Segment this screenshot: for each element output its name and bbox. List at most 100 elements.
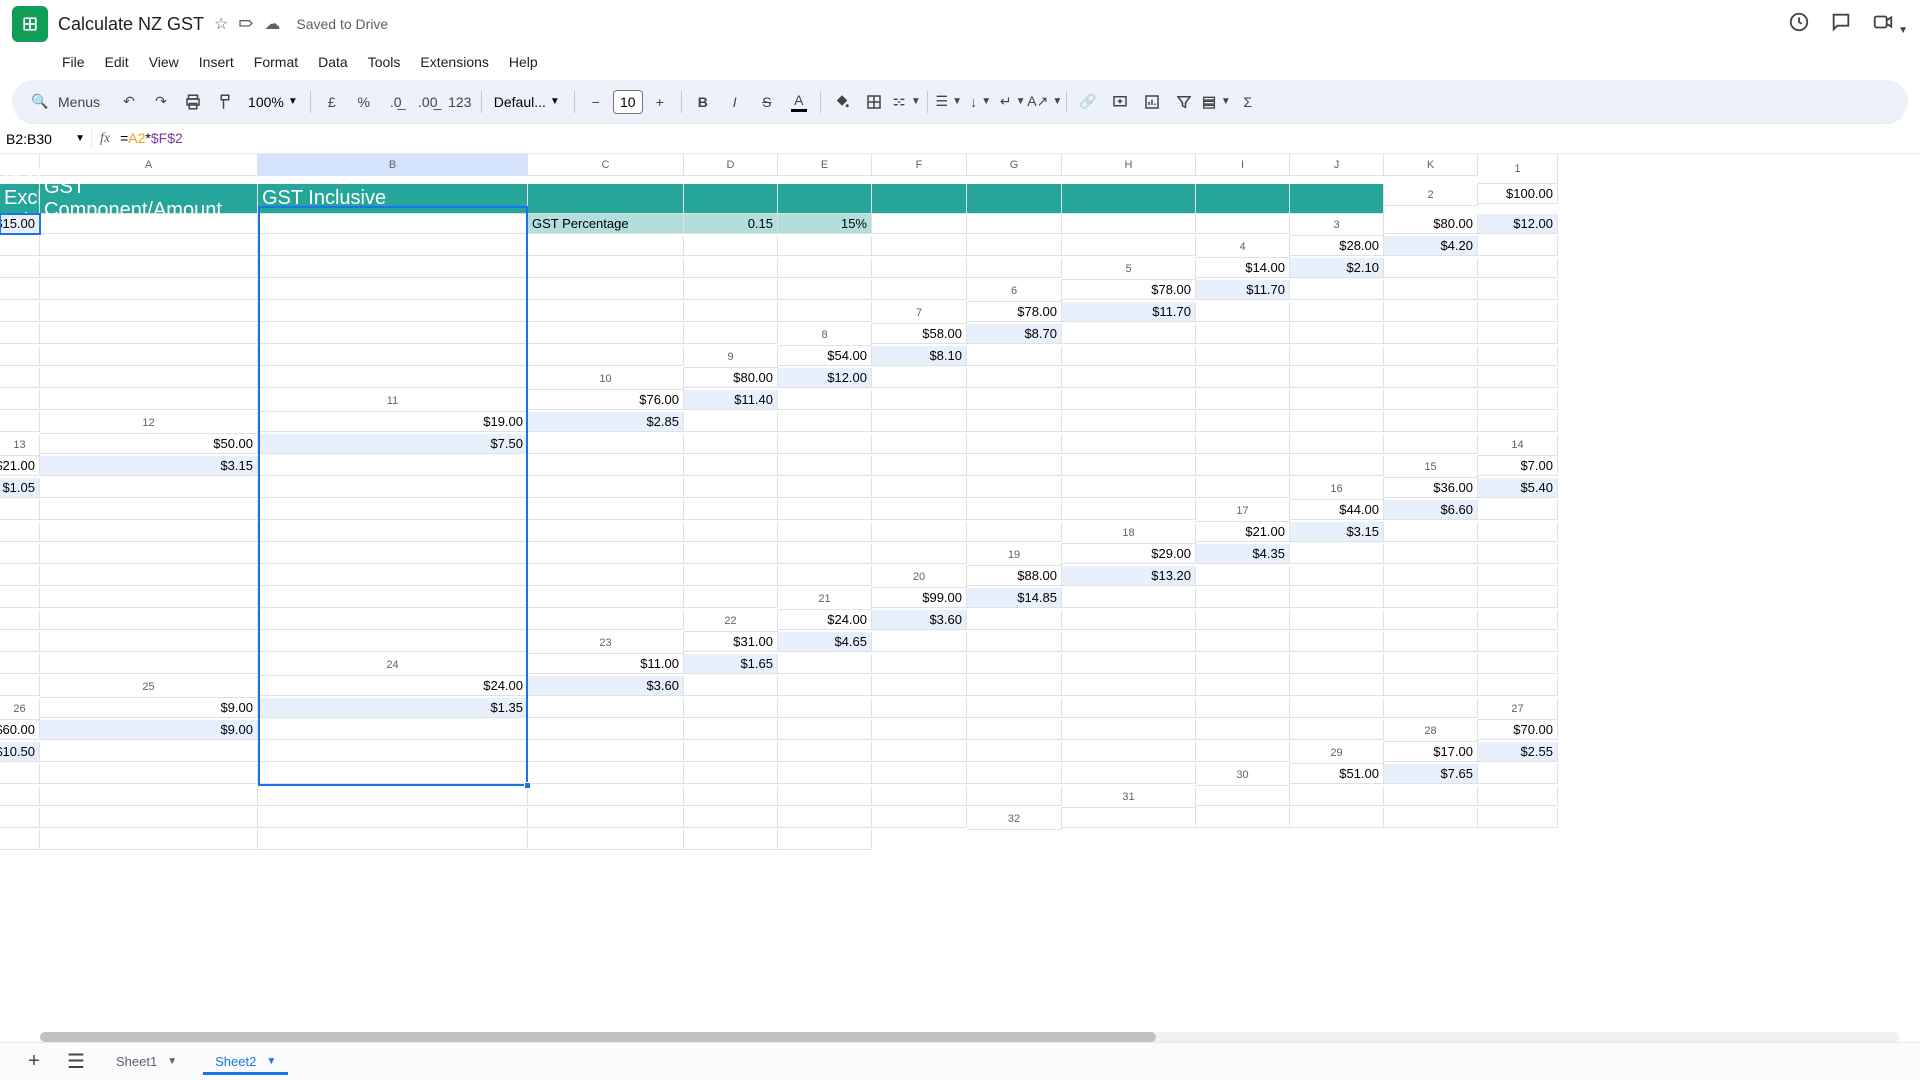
row-header-3[interactable]: 3 [1290, 214, 1384, 236]
comment-icon[interactable] [1830, 11, 1852, 38]
row-header-28[interactable]: 28 [1384, 720, 1478, 742]
column-header-B[interactable]: B [258, 154, 528, 176]
cell-C13[interactable] [528, 434, 684, 454]
cell-J32[interactable] [684, 830, 778, 850]
cell-C31[interactable] [1384, 786, 1478, 806]
cell-D12[interactable] [778, 412, 872, 432]
cell-D14[interactable] [528, 456, 684, 476]
cell-E30[interactable] [40, 786, 258, 806]
cell-H19[interactable] [258, 566, 528, 586]
row-header-16[interactable]: 16 [1290, 478, 1384, 500]
cell-F9[interactable] [1290, 346, 1384, 366]
cell-H24[interactable] [1290, 654, 1384, 674]
cell-I8[interactable] [40, 346, 258, 366]
cell-A6[interactable]: $78.00 [1062, 280, 1196, 300]
cell-I7[interactable] [258, 324, 528, 344]
cell-I23[interactable] [1478, 632, 1558, 652]
cell-C24[interactable] [778, 654, 872, 674]
cell-A11[interactable]: $76.00 [528, 390, 684, 410]
cell-F8[interactable] [1384, 324, 1478, 344]
row-header-25[interactable]: 25 [40, 676, 258, 698]
cell-F16[interactable] [528, 500, 684, 520]
cell-I22[interactable] [0, 632, 40, 652]
cell-K10[interactable] [40, 390, 258, 410]
cell-E19[interactable] [1478, 544, 1558, 564]
cell-H20[interactable] [40, 588, 258, 608]
cell-A2[interactable]: $100.00 [1478, 184, 1558, 204]
cell-K31[interactable] [872, 808, 967, 828]
meet-icon[interactable]: ▼ [1872, 11, 1908, 38]
cell-H31[interactable] [528, 808, 684, 828]
cell-I15[interactable] [967, 478, 1062, 498]
row-header-22[interactable]: 22 [684, 610, 778, 632]
cell-H15[interactable] [872, 478, 967, 498]
cell-I14[interactable] [1062, 456, 1196, 476]
cell-F17[interactable] [258, 522, 528, 542]
menu-view[interactable]: View [141, 50, 187, 74]
cell-B14[interactable]: $3.15 [40, 456, 258, 476]
cell-J30[interactable] [872, 786, 967, 806]
row-header-24[interactable]: 24 [258, 654, 528, 676]
cell-E9[interactable] [1196, 346, 1290, 366]
cell-A26[interactable]: $9.00 [40, 698, 258, 718]
cell-F14[interactable] [778, 456, 872, 476]
row-header-1[interactable]: 1 [1478, 154, 1558, 184]
vertical-align-icon[interactable]: ↓▼ [966, 87, 996, 117]
name-box[interactable]: B2:B30▼ [0, 129, 92, 149]
cell-K27[interactable] [1290, 720, 1384, 740]
cell-G4[interactable] [528, 258, 684, 278]
cell-G16[interactable] [684, 500, 778, 520]
cell-A30[interactable]: $51.00 [1290, 764, 1384, 784]
cell-F15[interactable] [684, 478, 778, 498]
cell-E32[interactable] [1478, 808, 1558, 828]
cell-J14[interactable] [1196, 456, 1290, 476]
cell-K11[interactable] [0, 412, 40, 432]
cell-I12[interactable] [1290, 412, 1384, 432]
cell-A8[interactable]: $58.00 [872, 324, 967, 344]
row-header-9[interactable]: 9 [684, 346, 778, 368]
cloud-saved-icon[interactable]: ☁ [264, 14, 280, 34]
cell-B32[interactable] [1196, 808, 1290, 828]
cell-F31[interactable] [40, 808, 258, 828]
cell-K4[interactable] [967, 258, 1062, 278]
cell-C27[interactable] [258, 720, 528, 740]
cell-A27[interactable]: $60.00 [0, 720, 40, 740]
cell-B16[interactable]: $5.40 [1478, 478, 1558, 498]
cell-F30[interactable] [258, 786, 528, 806]
cell-J2[interactable] [1062, 214, 1196, 234]
cell-G5[interactable] [258, 280, 528, 300]
cell-C7[interactable] [1196, 302, 1290, 322]
cell-G31[interactable] [258, 808, 528, 828]
redo-icon[interactable]: ↷ [146, 87, 176, 117]
cell-A19[interactable]: $29.00 [1062, 544, 1196, 564]
filter-views-icon[interactable]: ▼ [1201, 87, 1231, 117]
cell-K3[interactable] [1062, 236, 1196, 256]
row-header-27[interactable]: 27 [1478, 698, 1558, 720]
cell-K18[interactable] [872, 544, 967, 564]
formula-input[interactable]: =A2*$F$2 [118, 128, 1920, 150]
cell-G30[interactable] [528, 786, 684, 806]
cell-H29[interactable] [778, 764, 872, 784]
cell-F10[interactable] [1196, 368, 1290, 388]
cell-G18[interactable] [258, 544, 528, 564]
bold-button[interactable]: B [688, 87, 718, 117]
cell-B25[interactable]: $3.60 [528, 676, 684, 696]
cell-C18[interactable] [1384, 522, 1478, 542]
cell-D30[interactable] [0, 786, 40, 806]
cell-G13[interactable] [967, 434, 1062, 454]
cell-H30[interactable] [684, 786, 778, 806]
cell-F27[interactable] [778, 720, 872, 740]
cell-J27[interactable] [1196, 720, 1290, 740]
cell-E11[interactable] [967, 390, 1062, 410]
cell-F5[interactable] [40, 280, 258, 300]
sheet-tab-sheet2[interactable]: Sheet2 ▼ [203, 1048, 288, 1075]
cell-I11[interactable] [1384, 390, 1478, 410]
cell-F21[interactable] [1384, 588, 1478, 608]
cell-D24[interactable] [872, 654, 967, 674]
cell-D13[interactable] [684, 434, 778, 454]
cell-E27[interactable] [684, 720, 778, 740]
cell-D15[interactable] [258, 478, 528, 498]
menu-edit[interactable]: Edit [97, 50, 137, 74]
cell-G7[interactable] [0, 324, 40, 344]
move-icon[interactable] [238, 16, 254, 32]
